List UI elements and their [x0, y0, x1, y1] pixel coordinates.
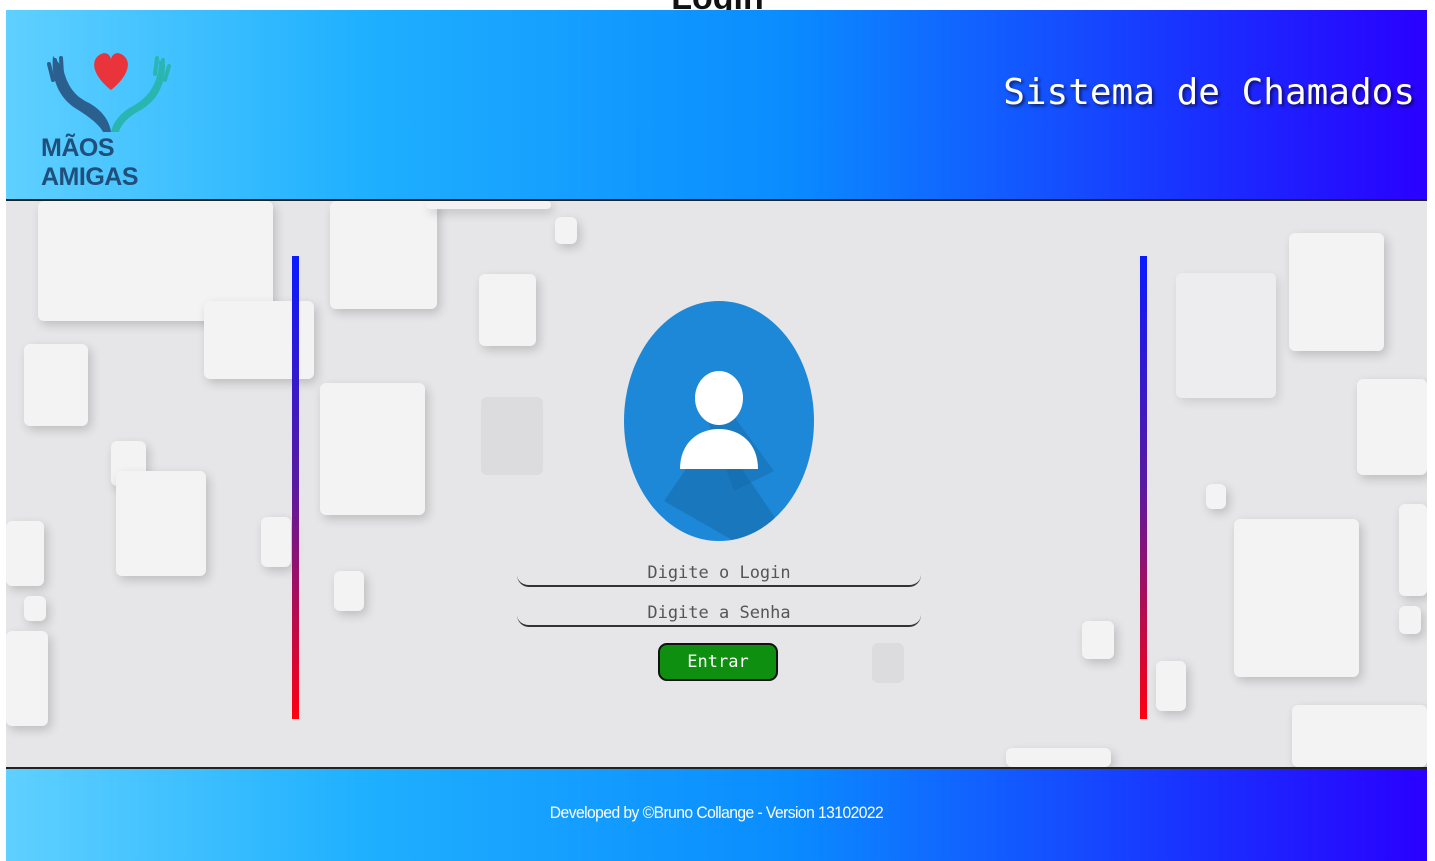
password-input[interactable]: [517, 601, 921, 627]
background-tile: [330, 201, 437, 309]
background-tile: [1206, 484, 1226, 509]
login-input[interactable]: [517, 561, 921, 587]
header: MÃOS AMIGAS Sistema de Chamados: [6, 10, 1427, 201]
background-tile: [1156, 661, 1186, 711]
login-area: Entrar: [6, 201, 1427, 769]
left-divider-line: [292, 256, 299, 719]
background-tile: [1292, 705, 1427, 767]
background-tile: [24, 344, 88, 426]
background-tile: [320, 383, 425, 515]
footer-text: Developed by ©Bruno Collange - Version 1…: [549, 803, 884, 822]
avatar: [624, 301, 814, 541]
background-tile: [555, 217, 577, 244]
background-tile: [1006, 748, 1111, 767]
app-title: Sistema de Chamados: [1003, 72, 1415, 113]
background-tile: [1082, 621, 1114, 659]
background-tile: [6, 521, 44, 586]
background-tile: [1289, 233, 1384, 351]
login-button[interactable]: Entrar: [658, 643, 778, 681]
background-tile: [1399, 504, 1427, 596]
page-heading: Login: [0, 0, 1435, 10]
background-tile: [1399, 606, 1421, 634]
background-tile: [116, 471, 206, 576]
background-tile: [1234, 519, 1359, 677]
background-tile: [479, 274, 536, 346]
heart-hands-icon: [47, 53, 171, 132]
footer: Developed by ©Bruno Collange - Version 1…: [6, 769, 1427, 861]
logo: MÃOS AMIGAS: [33, 46, 193, 191]
logo-text: MÃOS AMIGAS: [41, 134, 139, 191]
background-tile: [872, 643, 904, 683]
background-tile: [261, 517, 291, 567]
background-tile: [426, 201, 551, 209]
background-tile: [1176, 273, 1276, 398]
user-icon: [664, 371, 784, 541]
background-tile: [24, 596, 46, 621]
right-divider-line: [1140, 256, 1147, 719]
background-tile: [481, 397, 543, 475]
background-tile: [1357, 379, 1427, 475]
background-tile: [334, 571, 364, 611]
background-tile: [6, 631, 48, 726]
